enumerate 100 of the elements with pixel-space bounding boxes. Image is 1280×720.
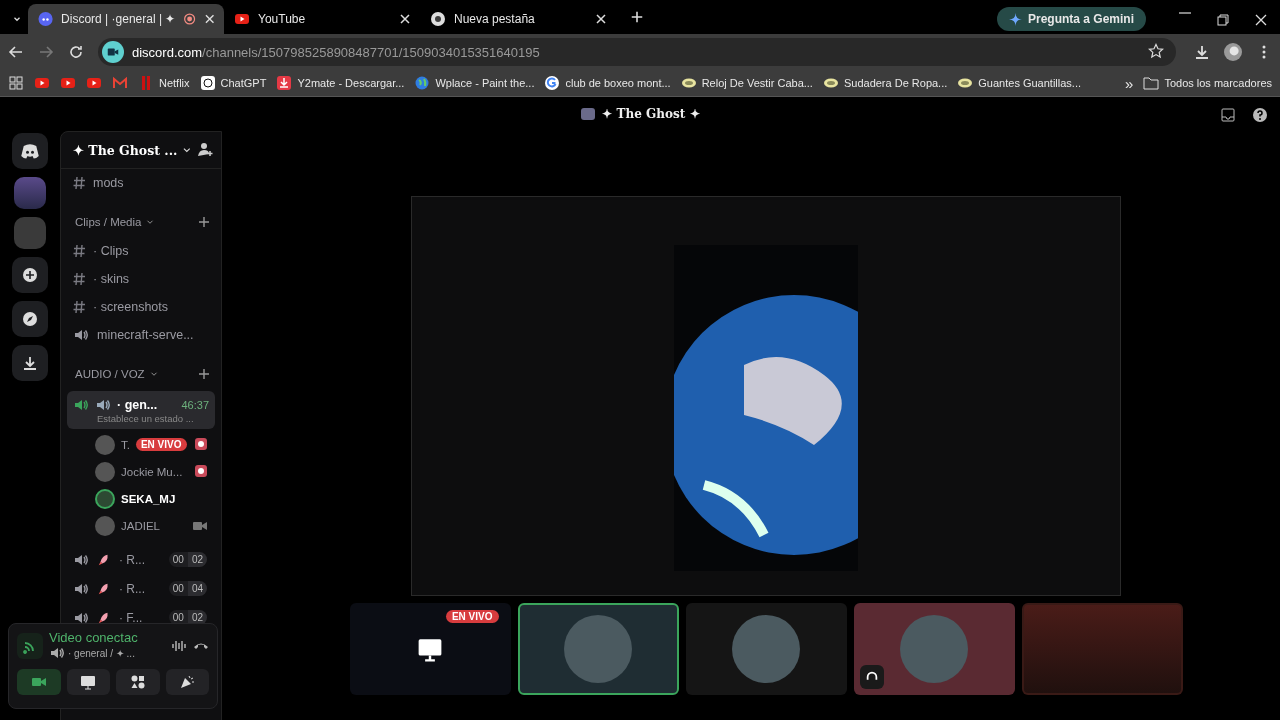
close-icon xyxy=(400,14,410,24)
category-label[interactable]: Clips / Media xyxy=(75,216,142,228)
bookmark-link[interactable]: Wplace - Paint the... xyxy=(414,75,535,91)
browser-tab[interactable]: Discord | ·general | ✦ xyxy=(28,4,224,34)
bookmark-link[interactable]: Y2mate - Descargar... xyxy=(276,75,405,91)
participant-tile[interactable] xyxy=(853,603,1015,695)
channel-name[interactable]: mods xyxy=(93,176,124,190)
server-image[interactable] xyxy=(14,177,46,209)
screen-share-button[interactable] xyxy=(66,669,110,695)
channel-name[interactable]: · Clips xyxy=(93,244,129,258)
server-name[interactable]: ✦ The Ghost ... xyxy=(73,142,178,158)
add-server-button[interactable] xyxy=(12,257,48,293)
mail-icon xyxy=(112,75,128,91)
channel-name[interactable]: · screenshots xyxy=(93,300,169,314)
bookmark-link[interactable]: Sudadera De Ropa... xyxy=(822,75,948,91)
more-bookmarks-button[interactable]: » xyxy=(1125,74,1134,92)
participant-tile[interactable] xyxy=(517,603,679,695)
address-bar[interactable]: discord.com/channels/1507985258908487701/1509034015351640195 xyxy=(98,38,1176,66)
bookmark-link[interactable]: ChatGPT xyxy=(199,75,267,91)
bookmark-label: Todos los marcadores xyxy=(1164,77,1272,89)
hash-icon xyxy=(73,300,85,314)
hash-icon xyxy=(73,176,85,190)
download-apps-button[interactable] xyxy=(12,345,48,381)
bookmark-label: Guantes Guantillas... xyxy=(978,77,1082,89)
camera-button[interactable] xyxy=(17,669,61,695)
bookmark-label: ChatGPT xyxy=(220,77,267,89)
discord-home-button[interactable] xyxy=(12,133,48,169)
close-icon xyxy=(204,14,214,24)
channel-name[interactable]: · F... xyxy=(119,610,143,625)
channel-name[interactable]: · skins xyxy=(93,272,130,286)
apps-icon xyxy=(8,75,24,91)
hash-icon xyxy=(73,272,85,286)
minimize-icon xyxy=(1179,12,1191,14)
compass-icon xyxy=(22,311,38,327)
youtube-icon xyxy=(60,75,76,91)
google-icon xyxy=(544,75,561,91)
inbox-icon xyxy=(1220,107,1236,123)
chatgpt-icon xyxy=(199,75,216,91)
voice-channel-item[interactable]: · gen... 46:37 Establece un estado ... xyxy=(67,391,215,429)
channel-name[interactable]: minecraft-serve... xyxy=(97,328,194,342)
add-channel-icon xyxy=(199,217,209,227)
star-icon xyxy=(1148,42,1164,59)
restore-icon xyxy=(1215,12,1231,28)
forward-icon xyxy=(38,44,54,60)
help-icon xyxy=(1252,107,1268,123)
close-icon xyxy=(1253,12,1269,28)
plus-icon xyxy=(22,267,38,283)
close-icon xyxy=(596,14,606,24)
add-member-icon xyxy=(197,140,213,157)
reload-icon xyxy=(68,44,84,60)
bookmark-label: Y2mate - Descargar... xyxy=(297,77,405,89)
bookmark-label: Reloj De Vestir Caba... xyxy=(701,77,813,89)
member-name[interactable]: T. xyxy=(121,438,130,451)
monitor-icon xyxy=(80,674,97,690)
discord-icon xyxy=(38,11,54,27)
server-icon xyxy=(580,106,597,122)
participant-tile[interactable] xyxy=(685,603,847,695)
soundboard-button[interactable] xyxy=(165,669,209,695)
server-title: ✦ The Ghost ✦ xyxy=(602,107,700,121)
activities-button[interactable] xyxy=(116,669,160,695)
youtube-icon xyxy=(86,75,102,91)
channel-name[interactable]: · R... xyxy=(119,581,145,596)
category-label[interactable]: AUDIO / VOZ xyxy=(75,368,145,380)
disconnect-icon xyxy=(193,642,209,649)
member-name[interactable]: Jockie Mu... xyxy=(121,465,183,478)
youtube-icon xyxy=(234,11,250,27)
member-name[interactable]: SEKA_MJ xyxy=(121,492,176,505)
bookmark-link[interactable]: Reloj De Vestir Caba... xyxy=(680,75,813,91)
bookmark-label: Wplace - Paint the... xyxy=(435,77,535,89)
folder-icon xyxy=(1143,75,1160,91)
browser-tab[interactable]: YouTube xyxy=(224,4,420,34)
download-icon xyxy=(22,355,38,371)
member-name[interactable]: JADIEL xyxy=(121,519,160,532)
profile-avatar-icon xyxy=(1224,43,1242,61)
bookmark-label: Sudadera De Ropa... xyxy=(843,77,948,89)
browser-tab[interactable]: Nueva pestaña xyxy=(420,4,616,34)
bookmark-link[interactable]: club de boxeo mont... xyxy=(544,75,671,91)
hash-icon xyxy=(73,244,85,258)
channel-path[interactable]: · general / ✦ ... xyxy=(68,647,135,659)
youtube-icon xyxy=(34,75,50,91)
all-bookmarks-link[interactable]: Todos los marcadores xyxy=(1143,75,1272,91)
gemini-button[interactable]: Pregunta a Gemini xyxy=(996,7,1146,31)
bookmark-label: Netflix xyxy=(159,77,190,89)
plus-icon xyxy=(630,10,644,24)
download-icon xyxy=(1194,44,1210,60)
channel-name[interactable]: · R... xyxy=(119,552,145,567)
bookmark-link[interactable]: Guantes Guantillas... xyxy=(957,75,1082,91)
discord-logo-icon xyxy=(20,141,40,161)
connection-status: Video conectac xyxy=(49,630,139,645)
participant-tile[interactable]: EN VIVO xyxy=(349,603,511,695)
monitor-icon xyxy=(417,636,443,662)
add-channel-icon xyxy=(199,369,209,379)
bookmark-link[interactable]: Netflix xyxy=(138,75,190,91)
speaker-icon xyxy=(49,645,65,661)
party-horn-icon xyxy=(179,674,196,690)
discover-button[interactable] xyxy=(12,301,48,337)
speaker-icon xyxy=(73,327,89,343)
chrome-icon xyxy=(430,11,446,27)
shapes-icon xyxy=(129,674,146,690)
download-icon xyxy=(276,75,293,91)
